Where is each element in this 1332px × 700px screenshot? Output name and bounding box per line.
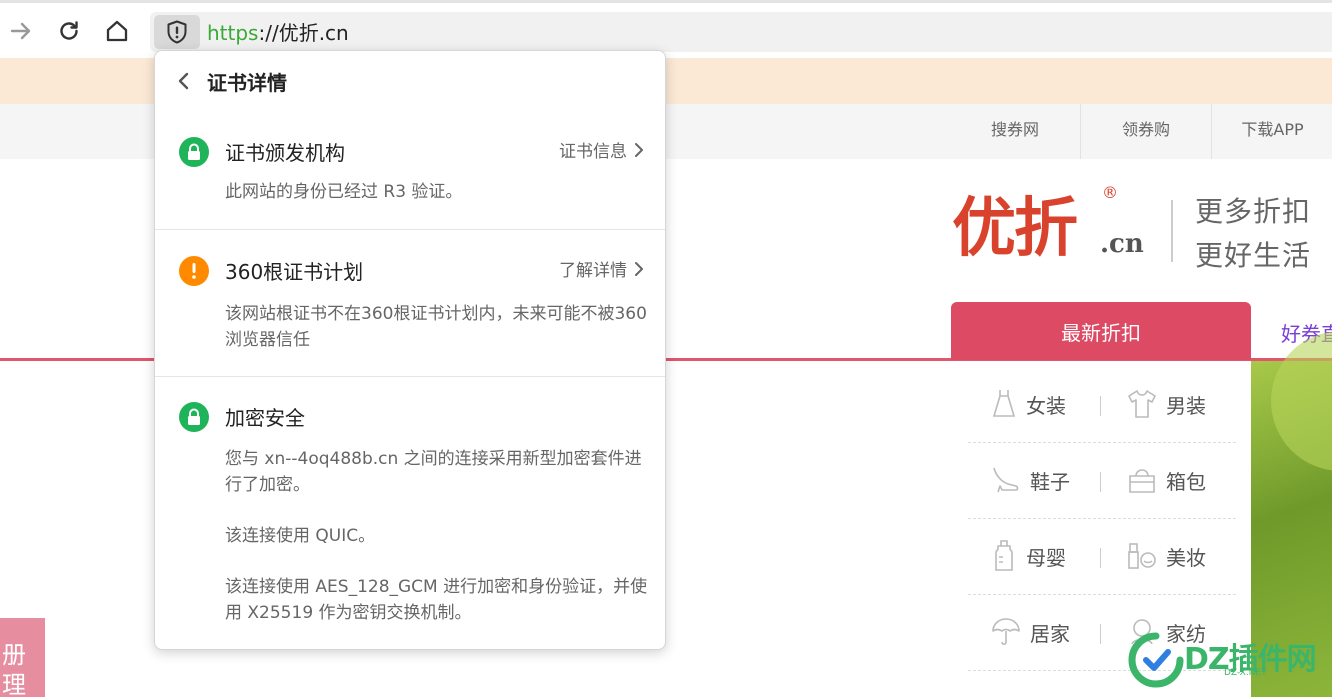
- status-warning-icon: [179, 256, 209, 286]
- category-label: 女装: [1026, 393, 1066, 418]
- url-host: ://优折.cn: [258, 21, 349, 45]
- nav-link-lingquan[interactable]: 领券购: [1080, 104, 1211, 159]
- heel-shoe-icon: [993, 467, 1019, 493]
- bag-icon: [1129, 469, 1155, 493]
- learn-more-link[interactable]: 了解详情: [559, 256, 645, 281]
- category-row: 母婴 美妆: [968, 518, 1236, 595]
- watermark: DZ插件网 DZ-X.NET: [1126, 628, 1332, 697]
- shirt-icon: [1128, 390, 1156, 418]
- logo-domain: .cn: [1100, 229, 1144, 259]
- category-label: 箱包: [1166, 469, 1206, 494]
- chevron-left-icon: [178, 72, 189, 90]
- section-title: 加密安全: [225, 406, 305, 430]
- nav-link-souquan[interactable]: 搜券网: [950, 104, 1080, 159]
- category-label: 居家: [1030, 621, 1070, 646]
- category-cosmetics[interactable]: 美妆: [1126, 518, 1206, 594]
- category-row: 女装 男装: [968, 366, 1236, 443]
- cipher-description: 该连接使用 AES_128_GCM 进行加密和身份验证，并使用 X25519 作…: [225, 577, 648, 623]
- category-label: 母婴: [1026, 545, 1066, 570]
- url-text[interactable]: https://优折.cn: [207, 20, 349, 46]
- dz-logo-icon: [1128, 632, 1184, 688]
- section-description: 此网站的身份已经过 R3 验证。: [225, 182, 463, 202]
- chevron-right-icon: [635, 142, 643, 157]
- baby-bottle-icon: [995, 540, 1013, 571]
- category-row: 鞋子 箱包: [968, 442, 1236, 519]
- protocol-description: 该连接使用 QUIC。: [225, 526, 376, 546]
- dress-icon: [992, 390, 1016, 417]
- site-logo[interactable]: 优折 ® .cn: [952, 183, 1152, 275]
- reload-icon: [60, 21, 78, 40]
- category-separator: [1100, 472, 1101, 492]
- cosmetics-icon: [1128, 543, 1156, 569]
- section-issuer: 证书颁发机构 证书信息 此网站的身份已经过 R3 验证。: [155, 111, 665, 230]
- section-title: 360根证书计划: [225, 260, 364, 284]
- category-home[interactable]: 居家: [990, 594, 1070, 670]
- forward-icon: [10, 22, 31, 40]
- section-description: 该网站根证书不在360根证书计划内，未来可能不被360浏览器信任: [225, 304, 647, 350]
- nav-link-download-app[interactable]: 下载APP: [1211, 104, 1332, 159]
- home-icon: [106, 20, 128, 42]
- category-label: 男装: [1166, 393, 1206, 418]
- certificate-popup: 证书详情 证书颁发机构 证书信息 此网站的身份已经过 R3 验证。 360根证书…: [154, 50, 666, 650]
- category-men[interactable]: 男装: [1126, 366, 1206, 442]
- popup-header: 证书详情: [155, 51, 665, 111]
- watermark-subtext: DZ-X.NET: [1224, 668, 1267, 678]
- section-encryption: 加密安全 您与 xn--4oq488b.cn 之间的连接采用新型加密套件进行了加…: [155, 376, 665, 646]
- shield-icon: [167, 20, 187, 44]
- side-register-button[interactable]: 册理: [0, 618, 45, 699]
- site-security-button[interactable]: [154, 15, 200, 49]
- logo-divider: [1171, 200, 1173, 262]
- logo-registered-mark: ®: [1102, 183, 1118, 202]
- category-separator: [1100, 548, 1101, 568]
- category-label: 美妆: [1166, 545, 1206, 570]
- link-label: 了解详情: [559, 261, 627, 281]
- category-label: 鞋子: [1030, 469, 1070, 494]
- status-ok-icon: [179, 402, 209, 432]
- home-button[interactable]: [102, 16, 132, 46]
- status-ok-icon: [179, 137, 209, 167]
- reload-button[interactable]: [54, 16, 84, 46]
- tab-latest-discounts[interactable]: 最新折扣: [951, 302, 1251, 360]
- cert-info-link[interactable]: 证书信息: [559, 137, 645, 162]
- back-button[interactable]: [173, 69, 195, 93]
- lock-icon: [188, 408, 200, 425]
- category-bags[interactable]: 箱包: [1126, 442, 1206, 518]
- umbrella-icon: [992, 618, 1020, 646]
- popup-title: 证书详情: [207, 71, 287, 95]
- category-separator: [1100, 624, 1101, 644]
- slogan-line-1: 更多折扣: [1195, 195, 1312, 228]
- forward-button[interactable]: [6, 16, 36, 46]
- category-shoes[interactable]: 鞋子: [990, 442, 1070, 518]
- encryption-description: 您与 xn--4oq488b.cn 之间的连接采用新型加密套件进行了加密。: [225, 449, 642, 495]
- chevron-right-icon: [635, 261, 643, 276]
- category-maternal-baby[interactable]: 母婴: [990, 518, 1066, 594]
- section-title: 证书颁发机构: [225, 141, 345, 165]
- category-separator: [1100, 396, 1101, 416]
- slogan-line-2: 更好生活: [1195, 239, 1312, 272]
- link-label: 证书信息: [559, 142, 627, 162]
- logo-text: 优折: [952, 191, 1078, 266]
- category-women[interactable]: 女装: [990, 366, 1066, 442]
- section-root-program: 360根证书计划 了解详情 该网站根证书不在360根证书计划内，未来可能不被36…: [155, 229, 665, 377]
- url-protocol: https: [207, 21, 259, 45]
- lock-icon: [188, 143, 200, 160]
- exclamation-icon: [192, 263, 196, 279]
